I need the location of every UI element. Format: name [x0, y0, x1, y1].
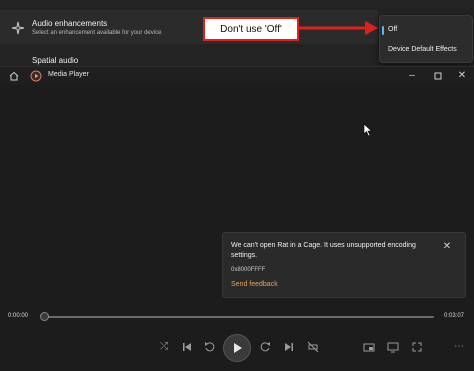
error-code: 0x8000FFFF	[231, 267, 266, 273]
audio-enhancements-subtitle: Select an enhancement available for your…	[32, 30, 162, 36]
cast-icon[interactable]	[386, 340, 400, 354]
send-feedback-link[interactable]: Send feedback	[231, 281, 278, 288]
media-player-logo-icon	[30, 70, 42, 82]
dropdown-option-device-default-effects[interactable]: Device Default Effects	[388, 46, 457, 53]
play-button[interactable]	[223, 334, 251, 362]
mouse-cursor-icon	[363, 123, 373, 137]
minimize-icon[interactable]: –	[406, 70, 418, 82]
sparkle-icon	[11, 21, 25, 35]
enhancement-dropdown[interactable]: Off Device Default Effects	[379, 15, 473, 63]
spatial-audio-title: Spatial audio	[32, 56, 79, 65]
seek-bar[interactable]	[44, 316, 434, 318]
miniplayer-icon[interactable]	[362, 340, 376, 354]
annotation-arrow-icon	[299, 21, 378, 35]
media-player-window: Media Player – ✕	[0, 66, 474, 371]
selected-indicator	[382, 26, 384, 35]
title-bar: Media Player – ✕	[0, 67, 474, 85]
audio-enhancements-title: Audio enhancements	[32, 19, 108, 28]
shuffle-icon[interactable]: ⤮	[157, 340, 171, 354]
play-icon	[234, 343, 242, 353]
repeat-off-icon[interactable]	[306, 340, 320, 354]
error-message: We can't open Rat in a Cage. It uses uns…	[231, 242, 416, 259]
current-time: 0:00:00	[8, 313, 29, 319]
annotation-text: Don't use 'Off'	[220, 23, 282, 35]
app-title: Media Player	[48, 71, 89, 78]
error-toast: We can't open Rat in a Cage. It uses uns…	[222, 232, 466, 298]
next-icon[interactable]	[282, 340, 296, 354]
dropdown-option-off[interactable]: Off	[388, 26, 397, 33]
skip-back-icon[interactable]	[203, 340, 217, 354]
total-time: 0:03:07	[444, 313, 465, 319]
more-options-icon[interactable]: ⋯	[452, 340, 466, 354]
previous-icon[interactable]	[180, 340, 194, 354]
home-icon[interactable]	[8, 70, 20, 82]
seek-thumb[interactable]	[40, 312, 49, 321]
toast-close-icon[interactable]: ✕	[441, 241, 453, 253]
maximize-icon[interactable]	[432, 70, 444, 82]
skip-forward-icon[interactable]	[258, 340, 272, 354]
settings-panel: Audio enhancements Select an enhancement…	[0, 0, 474, 66]
annotation-callout: Don't use 'Off'	[203, 17, 299, 41]
fullscreen-icon[interactable]	[410, 340, 424, 354]
close-icon[interactable]: ✕	[456, 70, 468, 82]
